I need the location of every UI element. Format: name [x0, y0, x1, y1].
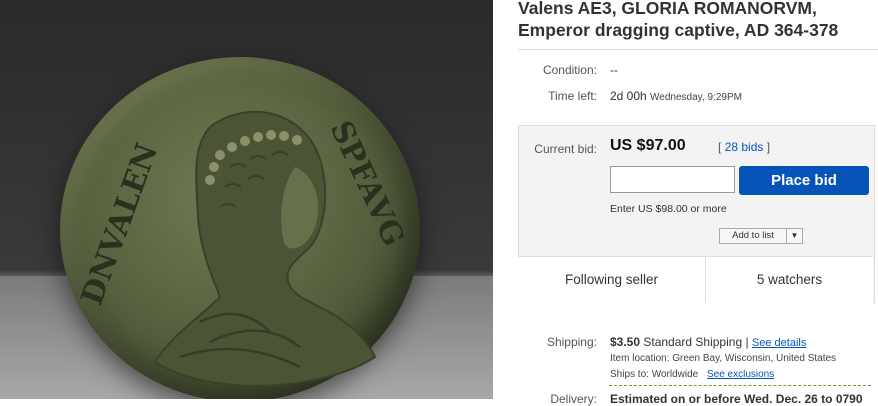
see-details-link[interactable]: See details	[752, 337, 806, 349]
following-seller-button[interactable]: Following seller	[518, 257, 706, 302]
svg-text:SPFAVG: SPFAVG	[323, 116, 411, 252]
add-to-list-button[interactable]: Add to list ▼	[719, 228, 803, 244]
coin-portrait: DNVALEN SPFAVG	[75, 110, 411, 387]
bid-hint: Enter US $98.00 or more	[610, 203, 727, 215]
chevron-down-icon[interactable]: ▼	[786, 229, 802, 243]
ships-to-value: Worldwide	[651, 369, 699, 380]
divider	[518, 49, 878, 50]
current-bid-amount: US $97.00	[610, 137, 686, 154]
shipping-label: Shipping:	[546, 335, 597, 349]
see-exclusions-link[interactable]: See exclusions	[707, 369, 774, 380]
bid-amount-input[interactable]	[610, 166, 735, 193]
current-bid-label: Current bid:	[534, 142, 597, 156]
ships-to-label: Ships to:	[610, 369, 649, 380]
watchers-count[interactable]: 5 watchers	[706, 257, 873, 302]
listing-panel: Valens AE3, GLORIA ROMANORVM, Emperor dr…	[509, 0, 878, 406]
place-bid-button[interactable]: Place bid	[739, 166, 869, 195]
shipping-line: $3.50 Standard Shipping | See details	[610, 335, 806, 349]
item-location-value: Green Bay, Wisconsin, United States	[672, 353, 837, 364]
shipping-service: Standard Shipping |	[643, 335, 749, 349]
bid-count-link[interactable]: 28 bids	[725, 140, 764, 154]
time-left-end: Wednesday, 9:29PM	[650, 92, 742, 103]
item-location: Item location: Green Bay, Wisconsin, Uni…	[610, 353, 836, 364]
time-left-label: Time left:	[548, 89, 597, 103]
dashed-divider	[609, 385, 871, 386]
delivery-label: Delivery:	[550, 392, 597, 406]
bid-count-bracket-close: ]	[766, 140, 771, 154]
coin-image: DNVALEN SPFAVG	[60, 57, 420, 399]
time-left-duration: 2d 00h	[610, 89, 647, 103]
shipping-price: $3.50	[610, 335, 641, 349]
time-left-value: 2d 00h Wednesday, 9:29PM	[610, 89, 742, 103]
listing-title: Valens AE3, GLORIA ROMANORVM, Emperor dr…	[518, 0, 839, 40]
svg-text:DNVALEN: DNVALEN	[75, 139, 166, 310]
bid-count: [ 28 bids ]	[718, 140, 770, 154]
item-photo[interactable]: DNVALEN SPFAVG	[0, 0, 493, 399]
add-to-list-label: Add to list	[732, 230, 774, 241]
delivery-value: Estimated on or before Wed. Dec. 26 to 0…	[610, 392, 863, 406]
condition-value: --	[610, 63, 618, 77]
ships-to: Ships to: Worldwide See exclusions	[610, 369, 774, 380]
bid-count-bracket-open: [	[718, 140, 722, 154]
item-location-label: Item location:	[610, 353, 670, 364]
follow-bar: Following seller 5 watchers	[518, 256, 873, 303]
condition-label: Condition:	[542, 63, 597, 77]
